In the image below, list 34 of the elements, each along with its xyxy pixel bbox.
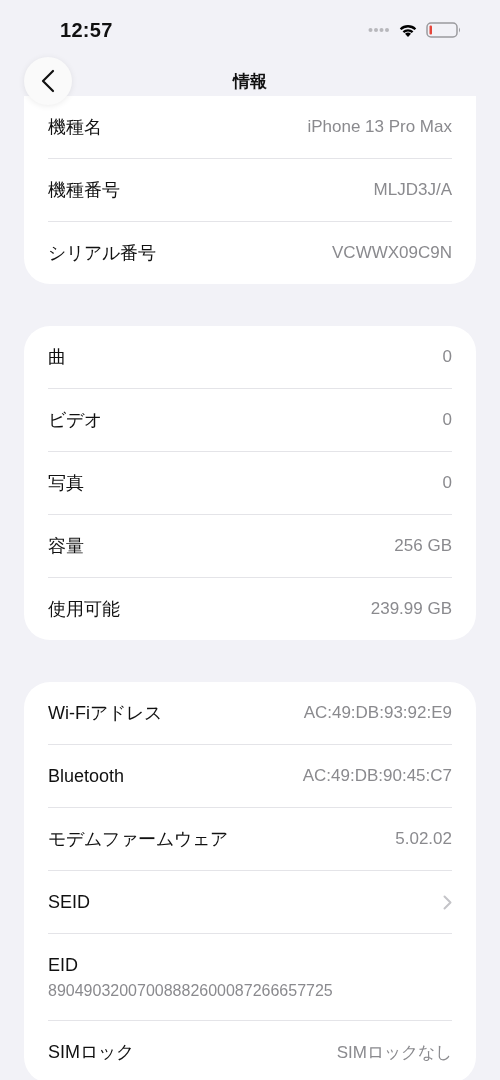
row-label[interactable]: SEID — [48, 891, 90, 913]
row-value: MLJD3J/A — [373, 180, 452, 200]
row-label: Bluetooth — [48, 765, 125, 787]
row-value: 0 — [442, 347, 452, 367]
row-label: 機種名 — [48, 116, 102, 139]
row-label: ビデオ — [48, 409, 102, 432]
row-label: 使用可能 — [48, 598, 120, 621]
row-value: 239.99 GB — [370, 599, 452, 619]
row-value: 0 — [442, 410, 452, 430]
row-value: 5.02.02 — [395, 829, 452, 849]
row-value: VCWWX09C9N — [332, 243, 452, 263]
signal-icon — [368, 27, 390, 33]
row-label: 機種番号 — [48, 179, 120, 202]
row-label: SIMロック — [48, 1041, 134, 1064]
row-value: 0 — [442, 473, 452, 493]
battery-icon — [426, 22, 462, 38]
row-label: 曲 — [48, 346, 66, 369]
row-value: iPhone 13 Pro Max — [307, 117, 452, 137]
wifi-icon — [398, 22, 418, 38]
row-label: 写真 — [48, 472, 84, 495]
row-value: SIMロックなし — [336, 1041, 452, 1064]
nav-title: 情報 — [233, 70, 267, 93]
row-label: シリアル番号 — [48, 242, 156, 265]
chevron-left-icon — [41, 69, 55, 93]
row-value: AC:49:DB:93:92:E9 — [303, 703, 452, 723]
row-value: 256 GB — [394, 536, 452, 556]
row-label: 容量 — [48, 535, 84, 558]
row-value: AC:49:DB:90:45:C7 — [302, 766, 452, 786]
row-label: Wi-Fiアドレス — [48, 702, 162, 725]
status-time: 12:57 — [60, 18, 113, 42]
back-button[interactable] — [24, 57, 72, 105]
row-label: EID — [48, 954, 78, 976]
row-value: 89049032007008882600087266657725 — [48, 981, 333, 1000]
row-label: モデムファームウェア — [48, 828, 228, 851]
